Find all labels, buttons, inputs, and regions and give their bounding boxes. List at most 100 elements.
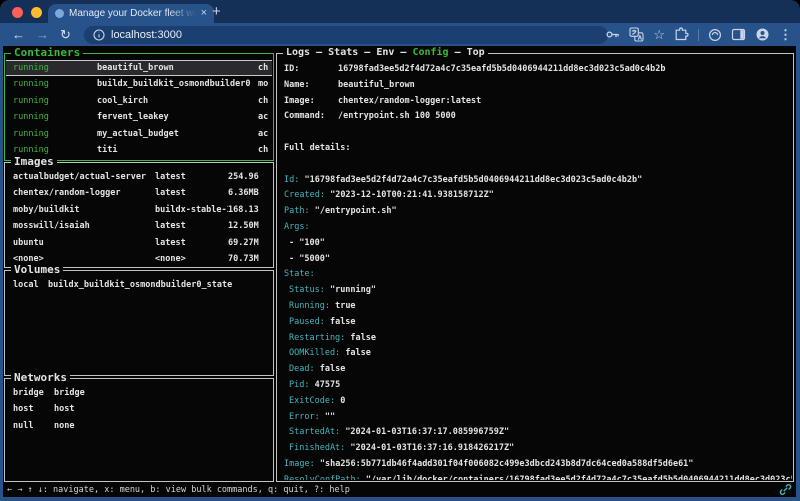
back-icon[interactable]: ← [12,28,25,41]
network-driver: host [13,401,54,417]
container-row[interactable]: runningbuildx_buildkit_osmondbuilder0mo [6,76,272,92]
tab-close-icon[interactable]: × [201,8,207,19]
config-detail-value: 0 [340,396,345,406]
container-state: running [13,76,97,92]
container-row[interactable]: runningmy_actual_budgetac [6,126,272,142]
image-size: 69.27M [228,235,272,251]
config-detail-key: ExitCode: [289,396,335,406]
config-detail-line: State: [284,267,792,283]
blank-line [284,157,792,173]
config-detail-key: Status: [289,285,325,295]
network-name: host [54,401,74,417]
image-size: 70.73M [228,251,272,266]
network-row[interactable]: bridgebridge [6,385,272,401]
config-detail-key: Dead: [289,364,315,374]
image-size: 6.36MB [228,185,272,201]
config-detail-line: Id: "16798fad3ee5d2f4d72a4c7c35eafd5b5d0… [284,173,792,189]
page-content: Containers runningbeautiful_brownchrunni… [0,46,800,501]
config-summary-label: Image: [284,94,338,110]
config-summary-line: Image:chentex/random-logger:latest [284,94,792,110]
config-detail-value: false [345,348,371,358]
image-row[interactable]: moby/buildkitbuildx-stable-1168.13 [6,202,272,218]
container-image: mo [258,76,272,92]
config-detail-line: Created: "2023-12-10T00:21:41.938158712Z… [284,188,792,204]
image-name: actualbudget/actual-server [13,169,155,185]
extension-badge-icon[interactable] [708,28,722,42]
config-detail-line: Pid: 47575 [284,378,792,394]
network-row[interactable]: nullnone [6,418,272,434]
config-detail-value: false [320,364,346,374]
container-name: buildx_buildkit_osmondbuilder0 [97,76,258,92]
config-detail-line: Image: "sha256:5b771db46f4add301f04f0060… [284,457,792,473]
config-detail-item: - "100" [289,238,325,248]
container-row[interactable]: runningfervent_leakeyac [6,109,272,125]
container-row[interactable]: runningbeautiful_brownch [6,60,272,76]
browser-toolbar: ← → ↻ localhost:3000 [0,23,800,46]
full-details-heading-text: Full details: [284,143,351,153]
container-image: ch [258,93,272,109]
config-detail-value: "16798fad3ee5d2f4d72a4c7c35eafd5b5d04069… [304,175,642,185]
tab-title: Manage your Docker fleet wi [69,8,196,19]
volume-row[interactable]: localbuildx_buildkit_osmondbuilder0_stat… [6,277,272,293]
config-summary-line: Name:beautiful_brown [284,78,792,94]
image-tag: buildx-stable-1 [155,202,228,218]
url-text: localhost:3000 [111,29,182,41]
translate-icon[interactable] [629,27,644,42]
config-detail-line: Error: "" [284,410,792,426]
container-row[interactable]: runningcool_kirchch [6,93,272,109]
image-row[interactable]: chentex/random-loggerlatest6.36MB [6,185,272,201]
config-detail-key: Running: [289,301,330,311]
config-detail-key: Error: [289,412,320,422]
config-detail-line: Running: true [284,299,792,315]
config-detail-key: State: [284,269,315,279]
config-detail-value: "2024-01-03T16:37:17.085996759Z" [345,427,509,437]
config-summary-line: ID:16798fad3ee5d2f4d72a4c7c35eafd5b5d040… [284,62,792,78]
forward-icon[interactable]: → [36,28,49,41]
volumes-list: localbuildx_buildkit_osmondbuilder0_stat… [6,272,272,374]
container-name: fervent_leakey [97,109,258,125]
password-key-icon[interactable] [605,27,620,42]
networks-panel: Networks bridgebridgehosthostnullnone [4,378,274,482]
container-image: ac [258,126,272,142]
network-driver: bridge [13,385,54,401]
url-bar[interactable]: localhost:3000 [84,26,608,44]
docker-tui: Containers runningbeautiful_brownchrunni… [3,46,796,497]
image-tag: latest [155,185,228,201]
site-info-icon[interactable] [93,29,105,41]
config-summary-value: 16798fad3ee5d2f4d72a4c7c35eafd5b5d040694… [338,64,666,74]
profile-avatar-icon[interactable] [755,27,770,42]
container-name: cool_kirch [97,93,258,109]
network-row[interactable]: hosthost [6,401,272,417]
config-detail-key: Path: [284,206,310,216]
inspector-config-body: ID:16798fad3ee5d2f4d72a4c7c35eafd5b5d040… [278,55,792,480]
images-list: actualbudget/actual-serverlatest254.96ch… [6,164,272,266]
close-window-button[interactable] [12,7,23,18]
image-tag: latest [155,169,228,185]
image-tag: <none> [155,251,228,266]
toolbar-separator [698,29,699,41]
config-detail-line: Dead: false [284,362,792,378]
volume-driver: local [13,277,48,293]
browser-menu-icon[interactable]: ⋮ [779,28,792,41]
image-row[interactable]: ubuntulatest69.27M [6,235,272,251]
new-tab-button[interactable]: + [212,3,221,21]
image-row[interactable]: actualbudget/actual-serverlatest254.96 [6,169,272,185]
volumes-panel: Volumes localbuildx_buildkit_osmondbuild… [4,270,274,376]
reload-icon[interactable]: ↻ [60,28,71,41]
config-detail-key: StartedAt: [289,427,340,437]
browser-tab[interactable]: Manage your Docker fleet wi × [48,4,214,23]
network-name: bridge [54,385,85,401]
image-size: 12.50M [228,218,272,234]
image-tag: latest [155,218,228,234]
minimize-window-button[interactable] [31,7,42,18]
image-row[interactable]: mosswill/isaiahlatest12.50M [6,218,272,234]
extensions-icon[interactable] [674,27,689,42]
bookmark-star-icon[interactable]: ☆ [653,28,665,41]
config-detail-key: Args: [284,222,310,232]
config-detail-line: StartedAt: "2024-01-03T16:37:17.08599675… [284,425,792,441]
config-detail-line: Args: [284,220,792,236]
config-detail-line: Restarting: false [284,331,792,347]
config-summary-value: /entrypoint.sh 100 5000 [338,111,456,121]
containers-panel: Containers runningbeautiful_brownchrunni… [4,53,274,161]
side-panel-icon[interactable] [731,27,746,42]
